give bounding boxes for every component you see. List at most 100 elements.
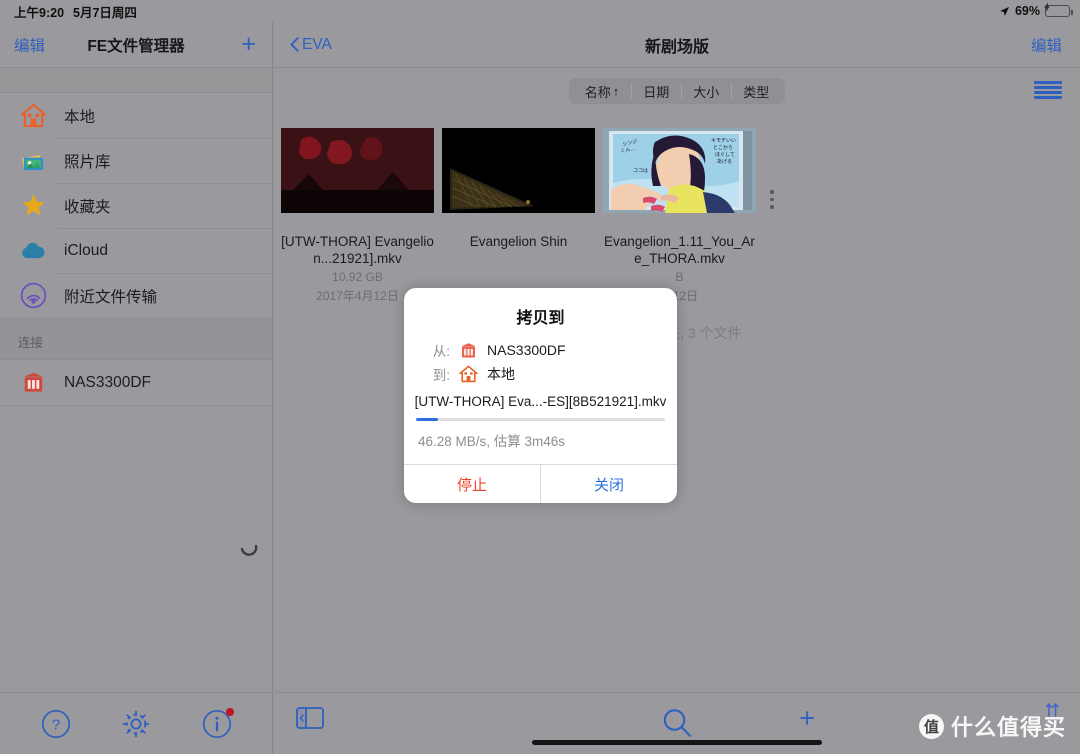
svg-text:とこから: とこから bbox=[713, 144, 733, 151]
dialog-title: 拷贝到 bbox=[516, 310, 565, 327]
status-bar: 上午9:20 5月7日周四 69% bbox=[0, 0, 1080, 22]
sort-option-size[interactable]: 大小 bbox=[681, 83, 731, 100]
app-title: FE文件管理器 bbox=[87, 37, 185, 55]
sidebar-toggle-icon[interactable] bbox=[296, 707, 324, 734]
dialog-buttons: 停止 关闭 bbox=[404, 464, 677, 503]
battery-percent: 69% bbox=[1014, 4, 1040, 18]
file-name: Evangelion_1.11_You_Are_THORA.mkv bbox=[604, 234, 755, 266]
dialog-from-label: 从: bbox=[432, 344, 450, 359]
sidebar-item-label: iCloud bbox=[64, 241, 108, 259]
dialog-to-row: 到: 本地 bbox=[404, 362, 677, 386]
sidebar-item-favorites[interactable]: 收藏夹 bbox=[0, 183, 272, 228]
status-time: 上午9:20 bbox=[14, 5, 65, 20]
watermark-badge: 值 bbox=[918, 713, 944, 739]
file-grid-row: [UTW-THORA] Evangelion...21921].mkv 10.9… bbox=[274, 128, 1080, 305]
svg-text:キモチいい: キモチいい bbox=[711, 138, 736, 144]
question-circle-icon[interactable]: ? bbox=[39, 707, 73, 741]
file-count-label: 0 个文件夹, 3 个文件 bbox=[612, 325, 742, 341]
sort-arrow-icon: ↑ bbox=[612, 83, 620, 99]
dialog-status: 46.28 MB/s, 估算 3m46s bbox=[418, 434, 566, 449]
search-icon[interactable] bbox=[661, 707, 693, 744]
sidebar-item-label: 收藏夹 bbox=[64, 198, 111, 216]
file-size: 10.92 GB bbox=[332, 270, 383, 284]
sidebar-item-nas3300df[interactable]: NAS3300DF bbox=[0, 360, 272, 405]
file-item[interactable]: Evangelion Shin bbox=[442, 128, 595, 305]
status-bar-right: 69% bbox=[999, 2, 1073, 18]
main-pane: EVA 新剧场版 编辑 名称 ↑ 日期 大小 类型 [UTW-THORA] Ev… bbox=[274, 22, 1080, 754]
file-thumbnail bbox=[281, 128, 434, 213]
svg-text:ほぐして: ほぐして bbox=[715, 152, 735, 158]
sidebar-list: 本地 照片库 收藏夹 iCloud 附近文件传输 bbox=[0, 93, 272, 318]
star-icon bbox=[18, 191, 48, 221]
cloud-icon bbox=[18, 236, 48, 266]
airdrop-icon bbox=[18, 281, 48, 311]
file-grid: [UTW-THORA] Evangelion...21921].mkv 10.9… bbox=[274, 114, 1080, 343]
list-view-icon[interactable] bbox=[1034, 79, 1062, 101]
divider bbox=[0, 405, 272, 406]
sidebar-connections-list: NAS3300DF bbox=[0, 360, 272, 406]
watermark-arrows-icon bbox=[1046, 703, 1059, 717]
sidebar-item-photos[interactable]: 照片库 bbox=[0, 138, 272, 183]
sort-option-type[interactable]: 类型 bbox=[731, 83, 781, 100]
sidebar-item-label: NAS3300DF bbox=[64, 373, 152, 391]
sidebar-section-connections: 连接 bbox=[0, 318, 272, 360]
sort-option-label: 名称 bbox=[584, 84, 611, 100]
close-button[interactable]: 关闭 bbox=[540, 465, 677, 503]
status-bar-left: 上午9:20 5月7日周四 bbox=[14, 2, 137, 21]
sort-option-date[interactable]: 日期 bbox=[631, 83, 681, 100]
dialog-to-label: 到: bbox=[432, 368, 450, 383]
file-more-options-icon[interactable] bbox=[770, 190, 774, 209]
gear-icon[interactable] bbox=[119, 707, 153, 741]
sort-option-label: 日期 bbox=[643, 84, 670, 100]
sidebar-item-label: 照片库 bbox=[64, 153, 111, 171]
main-edit-button[interactable]: 编辑 bbox=[1031, 34, 1062, 56]
sidebar-add-button[interactable]: + bbox=[241, 32, 256, 57]
svg-text:?: ? bbox=[52, 716, 60, 733]
svg-text:あげる: あげる bbox=[717, 158, 732, 165]
sort-option-label: 大小 bbox=[693, 84, 720, 100]
nas-server-icon bbox=[18, 368, 48, 398]
dialog-from-value: NAS3300DF bbox=[487, 342, 566, 358]
sidebar-header: 编辑 FE文件管理器 + bbox=[0, 22, 272, 68]
nas-server-icon bbox=[458, 340, 478, 360]
file-thumbnail bbox=[442, 128, 595, 213]
location-arrow-icon bbox=[1000, 6, 1010, 16]
sidebar: 编辑 FE文件管理器 + 本地 照片库 收藏夹 iCloud 附近文件传输 连接… bbox=[0, 22, 273, 754]
svg-text:ココは: ココは bbox=[633, 168, 648, 174]
sidebar-item-label: 本地 bbox=[64, 108, 96, 126]
dialog-filename: [UTW-THORA] Eva...-ES][8B521921].mkv bbox=[414, 394, 667, 409]
file-item[interactable]: [UTW-THORA] Evangelion...21921].mkv 10.9… bbox=[281, 128, 434, 305]
file-size: B bbox=[675, 270, 684, 284]
sort-option-name[interactable]: 名称 ↑ bbox=[573, 83, 632, 100]
home-indicator bbox=[532, 740, 822, 745]
status-date: 5月7日周四 bbox=[73, 5, 137, 20]
notification-badge bbox=[225, 707, 234, 716]
main-navbar: EVA 新剧场版 编辑 bbox=[274, 22, 1080, 68]
info-circle-icon[interactable] bbox=[200, 707, 234, 741]
screen: 上午9:20 5月7日周四 69% 编辑 FE文件管理器 + 本地 照片库 收藏… bbox=[0, 0, 1080, 754]
sidebar-item-nearby-transfer[interactable]: 附近文件传输 bbox=[0, 273, 272, 318]
file-item[interactable]: シンジ くん… ココは キモチいい とこから ほぐして あげる Evangeli bbox=[603, 128, 774, 305]
stop-button[interactable]: 停止 bbox=[404, 465, 540, 503]
file-thumbnail: シンジ くん… ココは キモチいい とこから ほぐして あげる bbox=[603, 128, 756, 213]
sidebar-item-icloud[interactable]: iCloud bbox=[0, 228, 272, 273]
home-icon bbox=[18, 101, 48, 131]
watermark: 值 什么值得买 bbox=[918, 703, 1066, 742]
battery-charging-icon bbox=[1044, 2, 1073, 17]
copy-progress-dialog: 拷贝到 从: NAS3300DF 到: 本地 [UTW-THORA] Eva..… bbox=[404, 288, 677, 503]
loading-spinner-icon bbox=[240, 544, 258, 556]
sort-bar: 名称 ↑ 日期 大小 类型 bbox=[274, 68, 1080, 114]
sidebar-item-local[interactable]: 本地 bbox=[0, 93, 272, 138]
sidebar-item-label: 附近文件传输 bbox=[64, 288, 158, 306]
sidebar-spacer bbox=[0, 68, 272, 93]
sort-option-label: 类型 bbox=[743, 84, 770, 100]
dialog-to-value: 本地 bbox=[487, 366, 515, 382]
photo-library-icon bbox=[18, 146, 48, 176]
bolt-icon bbox=[1044, 2, 1050, 12]
sidebar-toolbar: ? bbox=[0, 692, 273, 754]
file-name: Evangelion Shin bbox=[469, 234, 568, 249]
page-title: 新剧场版 bbox=[644, 38, 709, 56]
file-name: [UTW-THORA] Evangelion...21921].mkv bbox=[281, 234, 434, 266]
main-add-button[interactable]: + bbox=[799, 705, 815, 732]
sidebar-section-label: 连接 bbox=[18, 336, 44, 350]
